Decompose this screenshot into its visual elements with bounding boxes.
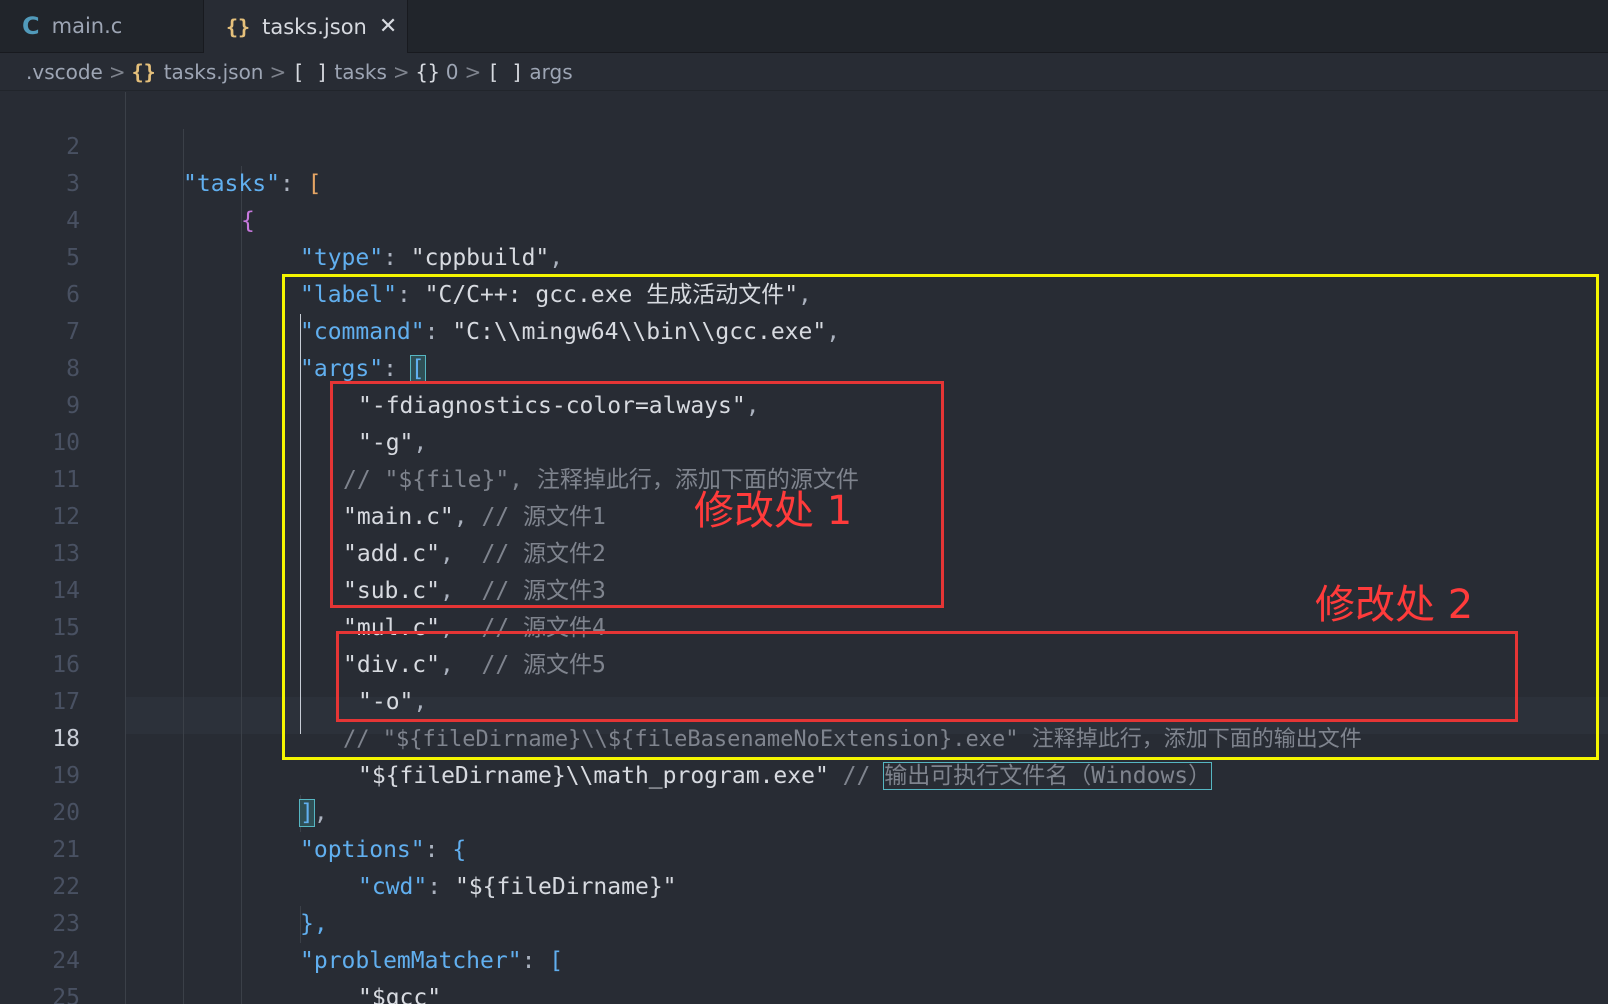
highlight-box-output xyxy=(336,631,1518,722)
breadcrumb: .vscode > {} tasks.json > [ ] tasks > {}… xyxy=(0,53,1608,91)
code-line[interactable]: 2 "tasks": [ xyxy=(0,92,1608,197)
code-line[interactable]: 23 "problemMatcher": [ xyxy=(0,869,1608,974)
chevron-right-icon: > xyxy=(269,59,287,84)
code-line[interactable]: 24 "$gcc" xyxy=(0,906,1608,1004)
breadcrumb-item-tasks-json[interactable]: tasks.json xyxy=(164,60,264,84)
tab-tasks-json[interactable]: {} tasks.json ✕ xyxy=(204,0,408,53)
breadcrumb-item-tasks[interactable]: tasks xyxy=(334,60,387,84)
chevron-right-icon: > xyxy=(464,59,482,84)
code-line[interactable]: 6 "command": "C:\\mingw64\\bin\\gcc.exe"… xyxy=(0,240,1608,345)
code-line[interactable]: 3 { xyxy=(0,129,1608,234)
breadcrumb-item-args[interactable]: args xyxy=(529,60,572,84)
c-file-icon: C xyxy=(22,12,40,40)
chevron-right-icon: > xyxy=(392,59,410,84)
annotation-label-2: 修改处 2 xyxy=(1315,582,1474,628)
close-icon[interactable]: ✕ xyxy=(379,14,397,39)
code-line[interactable]: 21 "cwd": "${fileDirname}" xyxy=(0,795,1608,900)
tab-main-c[interactable]: C main.c xyxy=(0,0,204,52)
annotation-label-1: 修改处 1 xyxy=(694,488,853,534)
code-line[interactable]: 25 ], xyxy=(0,943,1608,1004)
json-file-icon: {} xyxy=(131,59,156,84)
breadcrumb-item-vscode[interactable]: .vscode xyxy=(26,60,103,84)
json-string: "$gcc" xyxy=(358,985,442,1004)
json-file-icon: {} xyxy=(226,14,251,39)
object-icon: {} xyxy=(415,59,440,84)
code-line[interactable]: 5 "label": "C/C++: gcc.exe 生成活动文件", xyxy=(0,203,1608,308)
tab-bar: C main.c {} tasks.json ✕ xyxy=(0,0,1608,53)
tab-label: tasks.json xyxy=(262,14,367,39)
code-line[interactable]: 20 "options": { xyxy=(0,758,1608,863)
array-icon: [ ] xyxy=(487,59,524,84)
line-number: 25 xyxy=(52,985,80,1004)
chevron-right-icon: > xyxy=(108,59,126,84)
tab-label: main.c xyxy=(51,14,123,38)
code-line[interactable]: 22 }, xyxy=(0,832,1608,937)
array-icon: [ ] xyxy=(292,59,329,84)
breadcrumb-item-0[interactable]: 0 xyxy=(446,60,459,84)
code-line[interactable]: 4 "type": "cppbuild", xyxy=(0,166,1608,271)
